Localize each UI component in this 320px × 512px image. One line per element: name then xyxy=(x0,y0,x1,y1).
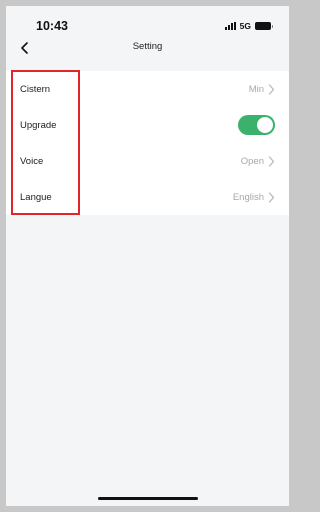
page-title: Setting xyxy=(132,41,163,52)
highlight-annotation-box xyxy=(11,70,80,215)
upgrade-toggle[interactable] xyxy=(238,115,275,135)
setting-value-cistern: Min xyxy=(248,83,264,95)
network-label: 5G xyxy=(239,21,251,31)
setting-right-cistern: Min xyxy=(249,84,275,95)
setting-right-langue: English xyxy=(233,192,275,203)
chevron-right-icon xyxy=(268,191,275,203)
chevron-right-icon xyxy=(268,83,275,95)
status-indicators: 5G xyxy=(224,21,273,31)
signal-bars-icon xyxy=(224,22,236,30)
home-indicator[interactable] xyxy=(98,497,198,500)
status-time: 10:43 xyxy=(36,19,68,33)
chevron-right-icon xyxy=(268,155,275,167)
setting-right-voice: Open xyxy=(241,156,275,167)
nav-bar: Setting xyxy=(6,36,289,60)
setting-value-langue: English xyxy=(232,191,264,203)
battery-icon xyxy=(255,22,273,30)
status-bar: 10:43 5G xyxy=(6,6,289,36)
setting-value-voice: Open xyxy=(240,155,264,167)
phone-screen: 10:43 5G Setting Cistern Min Upgrade Voi… xyxy=(6,6,289,506)
toggle-knob xyxy=(257,117,273,133)
